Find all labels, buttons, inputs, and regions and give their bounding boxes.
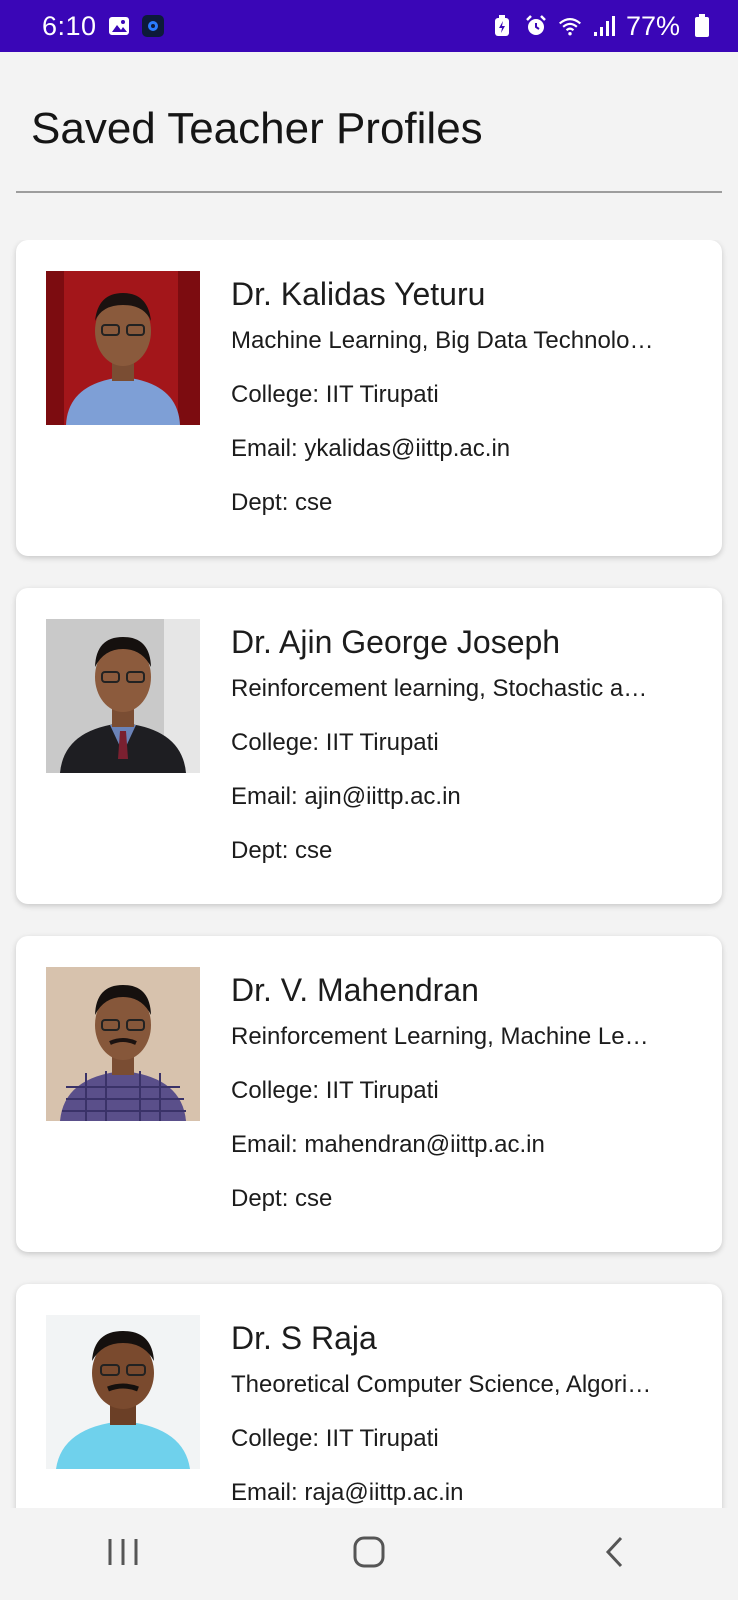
college: College: IIT Tirupati	[231, 1077, 439, 1104]
teacher-name: Dr. V. Mahendran	[231, 972, 479, 1008]
profile-card[interactable]: Dr. Kalidas Yeturu Machine Learning, Big…	[16, 240, 722, 556]
teacher-name: Dr. S Raja	[231, 1320, 377, 1356]
status-bar-left: 6:10	[42, 11, 165, 42]
status-bar-right: 77%	[490, 11, 714, 42]
profile-list[interactable]: Dr. Kalidas Yeturu Machine Learning, Big…	[0, 240, 738, 1508]
teacher-name: Dr. Ajin George Joseph	[231, 624, 561, 660]
profile-card[interactable]: Dr. S Raja Theoretical Computer Science,…	[16, 1284, 722, 1508]
home-button[interactable]	[339, 1529, 399, 1579]
department: Dept: cse	[231, 1185, 333, 1212]
profile-card[interactable]: Dr. V. Mahendran Reinforcement Learning,…	[16, 936, 722, 1252]
battery-icon	[690, 14, 714, 38]
email: Email: raja@iittp.ac.in	[231, 1479, 464, 1506]
email: Email: mahendran@iittp.ac.in	[231, 1131, 545, 1158]
profile-photo	[46, 619, 200, 773]
department: Dept: cse	[231, 837, 333, 864]
recent-apps-button[interactable]	[93, 1529, 153, 1579]
battery-percent: 77%	[625, 10, 680, 41]
signal-icon	[592, 14, 616, 38]
back-button[interactable]	[585, 1529, 645, 1579]
research-interests: Reinforcement learning, Stochastic a…	[231, 675, 648, 702]
page-title: Saved Teacher Profiles	[31, 104, 483, 153]
app-icon	[141, 14, 165, 38]
email: Email: ykalidas@iittp.ac.in	[231, 435, 511, 462]
profile-card[interactable]: Dr. Ajin George Joseph Reinforcement lea…	[16, 588, 722, 904]
college: College: IIT Tirupati	[231, 729, 439, 756]
research-interests: Theoretical Computer Science, Algori…	[231, 1371, 652, 1398]
profile-info: Dr. Kalidas Yeturu Machine Learning, Big…	[231, 276, 692, 543]
home-icon	[352, 1535, 386, 1574]
profile-photo	[46, 271, 200, 425]
research-interests: Machine Learning, Big Data Technolo…	[231, 327, 654, 354]
back-icon	[603, 1535, 627, 1574]
email: Email: ajin@iittp.ac.in	[231, 783, 461, 810]
profile-photo	[46, 967, 200, 1121]
college: College: IIT Tirupati	[231, 381, 439, 408]
profile-info: Dr. Ajin George Joseph Reinforcement lea…	[231, 624, 692, 891]
department: Dept: cse	[231, 489, 333, 516]
recent-apps-icon	[106, 1537, 140, 1572]
battery-saver-icon	[490, 14, 514, 38]
header-divider	[16, 191, 722, 193]
alarm-icon	[524, 14, 548, 38]
wifi-icon	[558, 14, 582, 38]
clock: 6:10	[42, 10, 97, 41]
research-interests: Reinforcement Learning, Machine Le…	[231, 1023, 649, 1050]
status-bar: 6:10 77%	[0, 0, 738, 52]
profile-info: Dr. V. Mahendran Reinforcement Learning,…	[231, 972, 692, 1239]
college: College: IIT Tirupati	[231, 1425, 439, 1452]
profile-info: Dr. S Raja Theoretical Computer Science,…	[231, 1320, 692, 1508]
navigation-bar	[0, 1508, 738, 1600]
gallery-icon	[107, 14, 131, 38]
profile-photo	[46, 1315, 200, 1469]
teacher-name: Dr. Kalidas Yeturu	[231, 276, 486, 312]
